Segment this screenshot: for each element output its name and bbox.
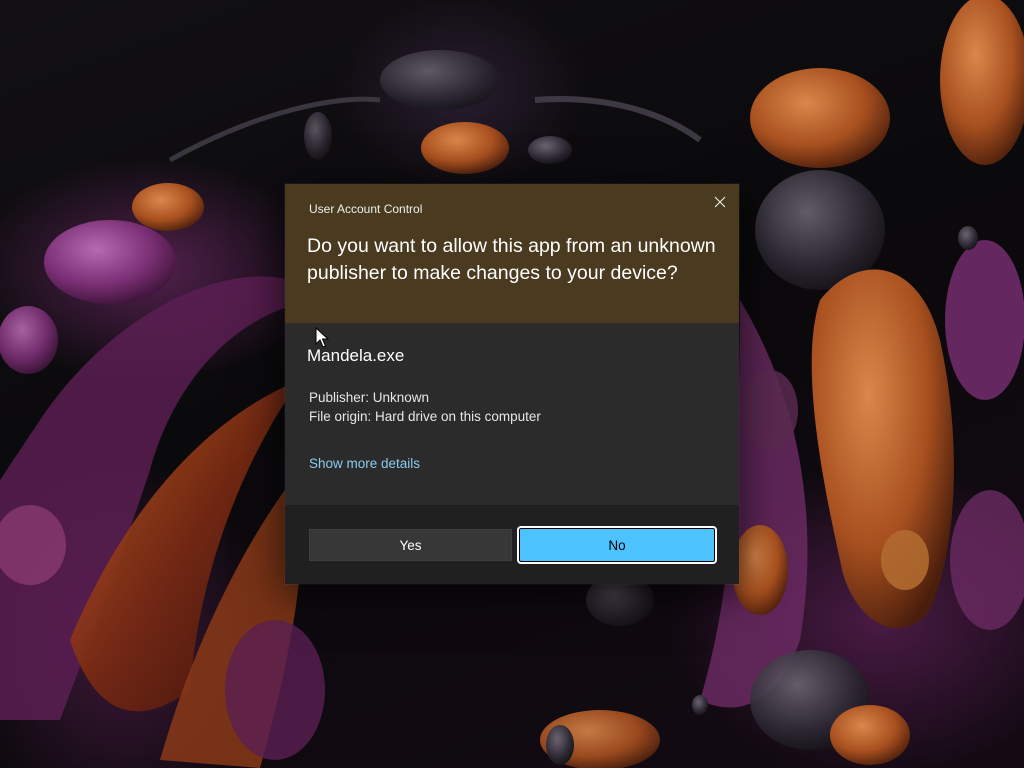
show-more-details-link[interactable]: Show more details	[309, 456, 420, 471]
close-button[interactable]	[705, 188, 735, 216]
uac-dialog: User Account Control Do you want to allo…	[285, 184, 739, 584]
close-icon	[714, 196, 726, 208]
publisher-text: Publisher: Unknown	[309, 390, 430, 405]
uac-footer: Yes No	[285, 505, 739, 584]
uac-header: User Account Control Do you want to allo…	[285, 184, 739, 323]
file-origin-text: File origin: Hard drive on this computer	[309, 409, 541, 424]
dialog-title: User Account Control	[309, 202, 423, 216]
no-button[interactable]: No	[517, 526, 717, 564]
yes-button[interactable]: Yes	[309, 529, 512, 561]
app-name: Mandela.exe	[307, 346, 405, 365]
mouse-pointer-icon	[315, 327, 329, 348]
dialog-question: Do you want to allow this app from an un…	[307, 235, 716, 284]
uac-body: Mandela.exe Publisher: Unknown File orig…	[285, 323, 739, 505]
